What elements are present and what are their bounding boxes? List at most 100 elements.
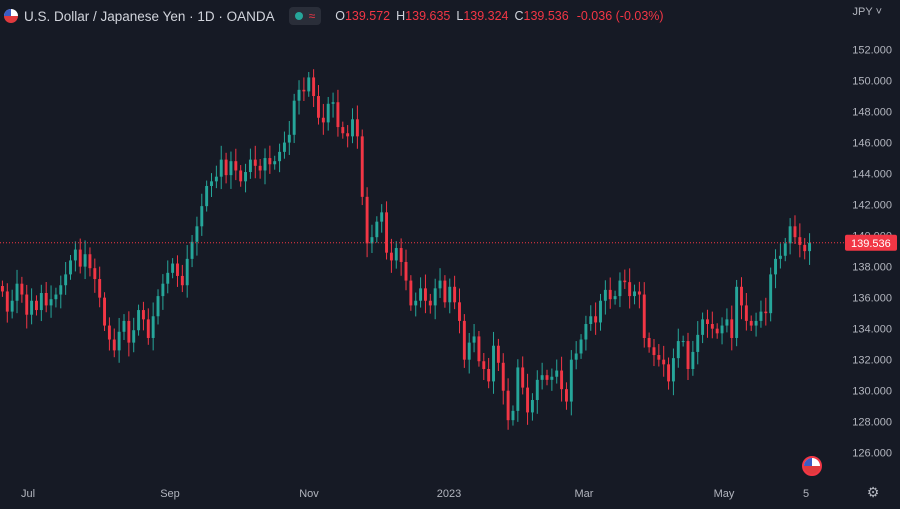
candle-body [15,283,19,301]
y-tick-label: 126.000 [852,448,892,460]
x-axis: Jul Sep Nov 2023 Mar May 5 [21,488,809,500]
candle-body [584,324,588,340]
currency-selector[interactable]: JPY ˅ [853,6,882,18]
symbol-title[interactable]: U.S. Dollar / Japanese Yen · 1D · OANDA [24,9,275,24]
candle-body [64,274,68,286]
candle-body [482,361,486,369]
close-label: C [514,9,524,23]
candle-body [735,286,739,338]
candle-body [321,117,325,123]
candle-body [521,367,525,388]
candle-body [224,159,228,176]
candle-body [506,390,510,421]
candle-body [778,255,782,259]
candle-body [579,339,583,354]
candle-body [229,161,233,176]
candle-body [438,280,442,289]
candle-body [759,311,763,321]
candle-body [30,300,34,315]
x-tick-label: 5 [803,488,809,500]
candle-body [146,319,150,338]
candle-body [20,283,24,295]
candle-body [647,337,651,348]
candle-body [214,176,218,182]
status-pill[interactable]: ≈ [288,7,322,25]
candle-body [676,341,680,359]
candle-body [526,387,530,413]
candle-body [73,249,77,261]
candle-body [764,311,768,314]
candle-body [501,362,505,391]
us-economic-event-icon[interactable] [802,456,822,476]
candle-body [657,355,661,360]
last-price-label: 139.536 [845,234,897,251]
candle-body [355,119,359,137]
candle-body [744,305,748,321]
candle-body [774,258,777,275]
candle-body [423,288,427,301]
gear-icon[interactable]: ⚙ [866,485,880,499]
candle-body [122,320,126,332]
y-tick-label: 136.000 [852,293,892,305]
candle-body [623,280,627,283]
candle-body [25,294,29,315]
candle-body [594,316,598,323]
candle-body [662,359,666,365]
candle-body [268,158,272,165]
candlestick-chart[interactable]: 126.000 128.000 130.000 132.000 134.000 136.0… [0,0,900,509]
candle-body [244,172,248,182]
candle-body [642,294,646,338]
candle-body [282,142,286,152]
candle-body [569,359,573,402]
candle-body [608,289,612,300]
candle-body [433,288,437,306]
candle-body [496,345,500,363]
candle-body [39,292,43,311]
candle-body [808,242,812,252]
candle-body [788,226,792,244]
y-tick-label: 130.000 [852,386,892,398]
candle-body [292,100,296,135]
candle-body [127,320,131,343]
candle-body [380,212,384,222]
candle-body [83,254,87,267]
candle-body [49,299,53,306]
candle-body [287,134,291,143]
x-tick-label: Jul [21,488,35,500]
candle-body [589,316,593,325]
candle-body [234,161,238,171]
candle-body [166,272,170,284]
candle-body [112,339,116,351]
candle-body [248,159,252,173]
candle-body [681,341,685,343]
candle-body [365,196,369,244]
candle-body [686,341,690,369]
candle-body [555,370,559,377]
candle-body [156,296,160,317]
x-tick-label: Mar [575,488,594,500]
candle-body [603,289,607,301]
candle-body [404,261,408,281]
candle-body [613,296,617,300]
ohlc-values: O139.572 H139.635 L139.324 C139.536 -0.0… [335,9,663,23]
candle-body [803,244,807,252]
candle-body [720,325,724,334]
x-tick-label: Nov [299,488,319,500]
candle-body [399,248,403,262]
candle-body [317,96,320,118]
candle-body [492,345,495,382]
candle-body [710,324,714,329]
candle-body [331,102,335,104]
candle-body [428,300,432,306]
y-tick-label: 134.000 [852,324,892,336]
candle-body [725,319,729,326]
candle-body [540,375,544,380]
candle-body [273,161,277,165]
candle-body [599,300,602,323]
y-tick-label: 142.000 [852,200,892,212]
y-tick-label: 146.000 [852,138,892,150]
candle-body [516,367,520,411]
candles-layer [0,69,812,430]
candle-body [487,368,491,382]
candle-body [0,286,4,292]
